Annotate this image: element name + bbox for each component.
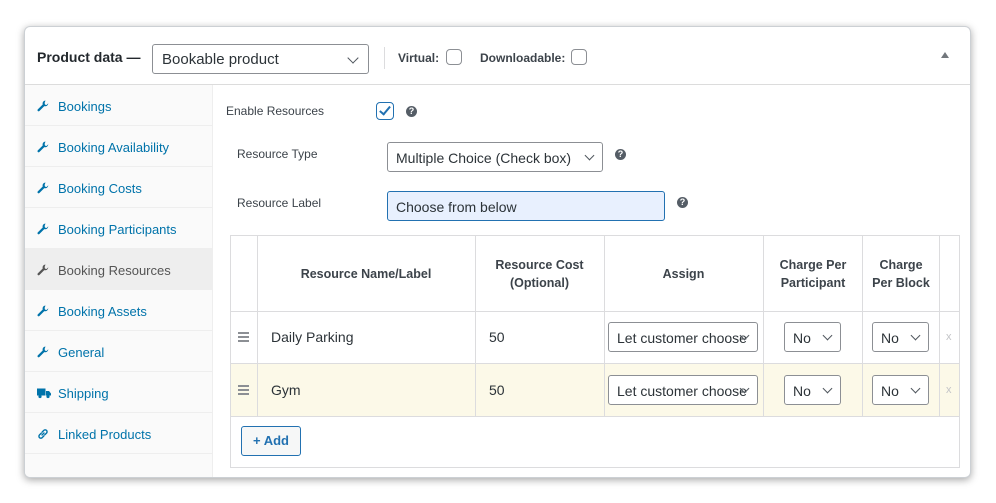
booking-resources-panel: Enable Resources ? Resource Type Multipl… bbox=[214, 85, 970, 477]
charge-per-participant-value: No bbox=[793, 330, 811, 346]
add-resource-button[interactable]: + Add bbox=[241, 426, 301, 456]
wrench-icon bbox=[37, 182, 51, 194]
resource-name-cell: Gym bbox=[271, 382, 301, 398]
help-tip-icon[interactable]: ? bbox=[406, 106, 417, 117]
header-resource-cost: Resource Cost (Optional) bbox=[495, 257, 584, 290]
assign-value: Let customer choose bbox=[617, 383, 747, 399]
highlighted-row-background bbox=[231, 364, 959, 416]
resource-label-value: Choose from below bbox=[396, 199, 517, 215]
chevron-down-icon bbox=[347, 52, 359, 64]
resource-label-label: Resource Label bbox=[237, 196, 322, 210]
row-divider bbox=[231, 363, 959, 364]
header-charge-per-participant: Charge Per Participant bbox=[779, 257, 847, 290]
remove-row-button[interactable]: x bbox=[946, 331, 952, 343]
wrench-icon bbox=[37, 346, 51, 358]
tab-linked-products[interactable]: Linked Products bbox=[25, 413, 212, 454]
virtual-checkbox[interactable] bbox=[446, 49, 462, 65]
tab-label: Linked Products bbox=[58, 427, 152, 442]
product-data-header: Product data — Bookable product Virtual:… bbox=[25, 27, 970, 85]
chevron-down-icon bbox=[910, 330, 921, 341]
resources-table: Resource Name/Label Resource Cost (Optio… bbox=[230, 235, 960, 468]
charge-per-participant-value: No bbox=[793, 383, 811, 399]
resource-type-select[interactable]: Multiple Choice (Check box) bbox=[387, 142, 603, 172]
drag-handle-icon[interactable] bbox=[238, 385, 249, 397]
enable-resources-label: Enable Resources bbox=[226, 104, 325, 118]
header-divider bbox=[384, 47, 385, 69]
chevron-down-icon bbox=[822, 383, 833, 394]
check-icon bbox=[379, 103, 391, 116]
drag-handle-icon[interactable] bbox=[238, 332, 249, 344]
tab-booking-resources[interactable]: Booking Resources bbox=[25, 249, 212, 290]
charge-per-participant-select[interactable]: No bbox=[784, 375, 841, 405]
chevron-down-icon bbox=[910, 383, 921, 394]
resource-type-label: Resource Type bbox=[237, 147, 318, 161]
virtual-label: Virtual: bbox=[398, 51, 440, 65]
row-divider bbox=[231, 416, 959, 417]
resource-name-cell: Daily Parking bbox=[271, 329, 354, 345]
tab-shipping[interactable]: Shipping bbox=[25, 372, 212, 413]
wrench-icon bbox=[37, 141, 51, 153]
tab-label: Booking Costs bbox=[58, 181, 142, 196]
resource-type-value: Multiple Choice (Check box) bbox=[396, 150, 572, 166]
wrench-icon bbox=[37, 223, 51, 235]
row-divider bbox=[231, 311, 959, 312]
charge-per-block-value: No bbox=[881, 383, 899, 399]
tab-booking-assets[interactable]: Booking Assets bbox=[25, 290, 212, 331]
tab-label: Bookings bbox=[58, 99, 112, 114]
tab-label: General bbox=[58, 345, 105, 360]
chevron-down-icon bbox=[584, 150, 595, 161]
downloadable-checkbox[interactable] bbox=[571, 49, 587, 65]
header-assign: Assign bbox=[662, 266, 705, 281]
tab-label: Booking Resources bbox=[58, 263, 171, 278]
header-resource-name: Resource Name/Label bbox=[300, 266, 432, 281]
charge-per-block-select[interactable]: No bbox=[872, 322, 929, 352]
product-data-panel: Product data — Bookable product Virtual:… bbox=[24, 26, 971, 478]
collapse-arrow-icon[interactable] bbox=[941, 52, 949, 58]
tab-label: Booking Availability bbox=[58, 140, 170, 155]
resource-label-input[interactable]: Choose from below bbox=[387, 191, 665, 221]
tab-booking-availability[interactable]: Booking Availability bbox=[25, 126, 212, 167]
tab-booking-costs[interactable]: Booking Costs bbox=[25, 167, 212, 208]
wrench-icon bbox=[37, 100, 51, 112]
column-divider bbox=[939, 236, 940, 416]
help-tip-icon[interactable]: ? bbox=[677, 197, 688, 208]
chevron-down-icon bbox=[822, 330, 833, 341]
tab-booking-participants[interactable]: Booking Participants bbox=[25, 208, 212, 249]
remove-row-button[interactable]: x bbox=[946, 384, 952, 396]
header-charge-per-block: Charge Per Block bbox=[872, 257, 930, 290]
charge-per-block-value: No bbox=[881, 330, 899, 346]
assign-select[interactable]: Let customer choose bbox=[608, 375, 758, 405]
tab-bookings[interactable]: Bookings bbox=[25, 85, 212, 126]
column-divider bbox=[763, 236, 764, 416]
assign-select[interactable]: Let customer choose bbox=[608, 322, 758, 352]
assign-value: Let customer choose bbox=[617, 330, 747, 346]
resource-cost-cell: 50 bbox=[489, 329, 505, 345]
tab-general[interactable]: General bbox=[25, 331, 212, 372]
charge-per-participant-select[interactable]: No bbox=[784, 322, 841, 352]
resource-cost-cell: 50 bbox=[489, 382, 505, 398]
tab-label: Shipping bbox=[58, 386, 109, 401]
column-divider bbox=[862, 236, 863, 416]
product-type-select[interactable]: Bookable product bbox=[152, 44, 369, 74]
charge-per-block-select[interactable]: No bbox=[872, 375, 929, 405]
product-type-value: Bookable product bbox=[162, 51, 279, 68]
wrench-icon bbox=[37, 305, 51, 317]
downloadable-label: Downloadable: bbox=[480, 51, 566, 65]
truck-icon bbox=[37, 387, 51, 399]
enable-resources-checkbox[interactable] bbox=[376, 102, 394, 120]
link-icon bbox=[37, 428, 51, 440]
product-data-tabs: Bookings Booking Availability Booking Co… bbox=[25, 85, 213, 477]
help-tip-icon[interactable]: ? bbox=[615, 149, 626, 160]
tab-label: Booking Participants bbox=[58, 222, 177, 237]
tab-label: Booking Assets bbox=[58, 304, 147, 319]
wrench-icon bbox=[37, 264, 51, 276]
product-data-title: Product data — bbox=[37, 49, 141, 65]
column-divider bbox=[475, 236, 476, 416]
